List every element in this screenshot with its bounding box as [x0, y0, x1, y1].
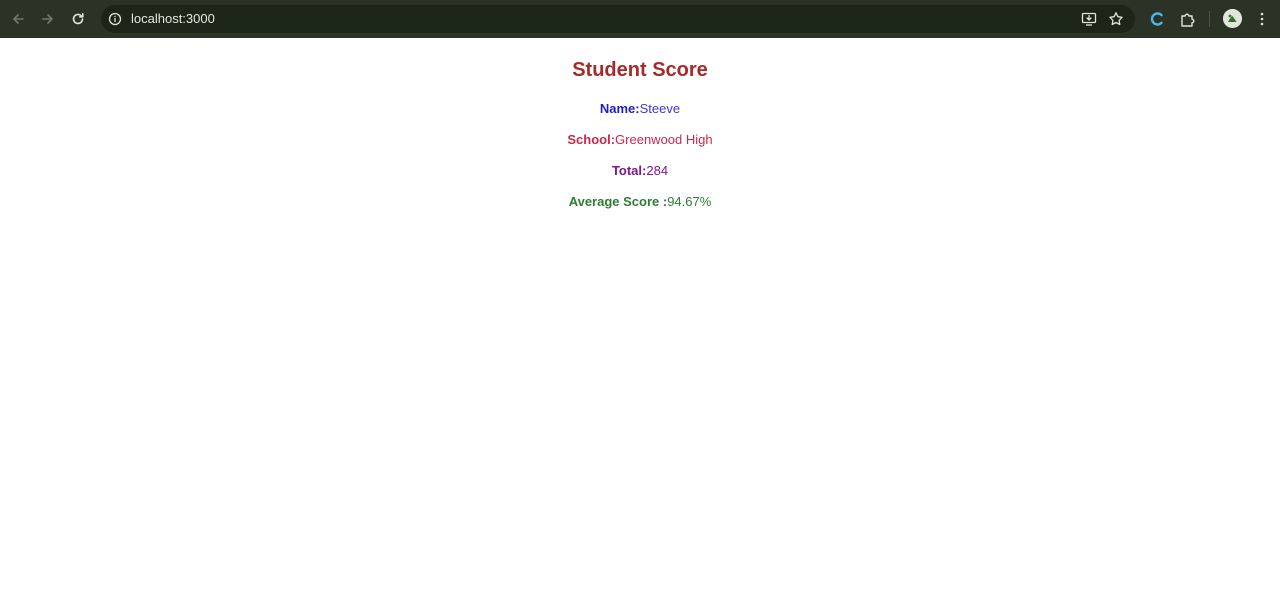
average-label: Average Score : — [568, 194, 668, 209]
info-circle-icon[interactable] — [108, 12, 122, 26]
student-average-line: Average Score :94.67% — [0, 194, 1280, 210]
url-text[interactable]: localhost:3000 — [131, 11, 215, 27]
arrow-left-icon — [13, 14, 24, 24]
school-label: School: — [567, 132, 616, 147]
student-name-line: Name:Steeve — [0, 101, 1280, 117]
browser-toolbar: localhost:3000 — [0, 0, 1280, 38]
kebab-menu-icon[interactable] — [1253, 10, 1271, 28]
address-bar[interactable]: localhost:3000 — [101, 5, 1135, 33]
reload-icon — [72, 13, 84, 25]
install-app-icon[interactable] — [1081, 11, 1097, 27]
page-content: Student Score Name:Steeve School:Greenwo… — [0, 39, 1280, 602]
total-value: 284 — [646, 163, 669, 178]
star-icon[interactable] — [1108, 11, 1124, 27]
reload-button[interactable] — [66, 7, 90, 31]
school-value: Greenwood High — [615, 132, 713, 147]
average-value: 94.67% — [667, 194, 712, 209]
total-label: Total: — [611, 163, 647, 178]
student-school-line: School:Greenwood High — [0, 132, 1280, 148]
puzzle-icon[interactable] — [1179, 10, 1197, 28]
name-label: Name: — [599, 101, 640, 116]
profile-avatar-icon — [1223, 9, 1242, 28]
student-total-line: Total:284 — [0, 163, 1280, 179]
page-title: Student Score — [572, 59, 708, 81]
extension-c-icon[interactable] — [1148, 10, 1166, 28]
avatar[interactable] — [1223, 9, 1242, 28]
name-value: Steeve — [639, 101, 681, 116]
toolbar-divider — [1209, 11, 1210, 27]
back-button[interactable] — [6, 7, 30, 31]
forward-button[interactable] — [36, 7, 60, 31]
arrow-right-icon — [42, 14, 53, 24]
